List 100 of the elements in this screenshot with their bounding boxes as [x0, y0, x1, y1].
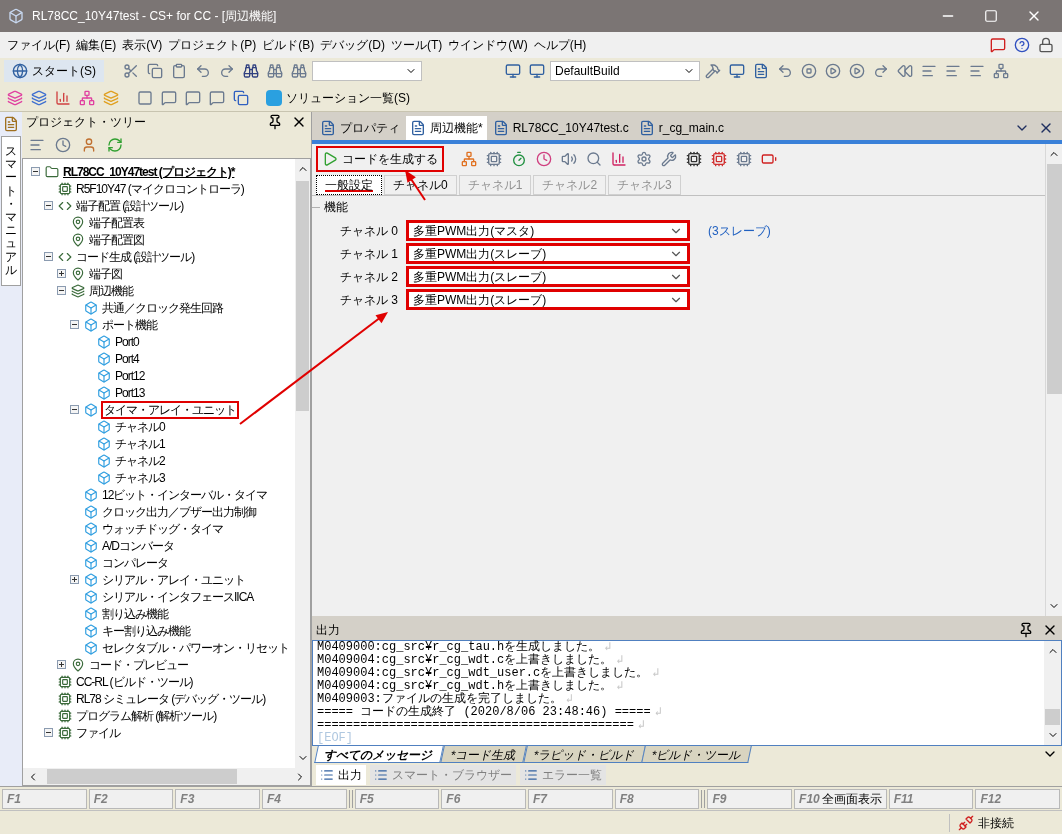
- gear-icon[interactable]: [636, 151, 652, 167]
- editor-tab[interactable]: 周辺機能*: [406, 116, 487, 140]
- vertical-scrollbar[interactable]: [1044, 641, 1061, 745]
- panel-tab[interactable]: 出力: [316, 765, 366, 785]
- tree-item[interactable]: タイマ・アレイ・ユニット: [101, 400, 239, 419]
- sort-icon[interactable]: [29, 137, 45, 153]
- tree-item[interactable]: 端子配置 (設計ツール): [75, 198, 185, 213]
- play-icon[interactable]: [849, 63, 865, 79]
- tree-item[interactable]: クロック出力／ブザー出力制御: [101, 504, 257, 519]
- menu-item[interactable]: ウインドウ(W): [445, 36, 531, 54]
- tree-item[interactable]: キー割り込み機能: [101, 623, 191, 638]
- rewind-icon[interactable]: [897, 63, 913, 79]
- message-tab[interactable]: すべてのメッセージ: [314, 746, 444, 763]
- step-icon[interactable]: [873, 63, 889, 79]
- expand-icon[interactable]: [57, 269, 66, 278]
- solution-list-button[interactable]: ソリューション一覧(S): [262, 85, 414, 110]
- tree-item[interactable]: Port12: [114, 368, 146, 383]
- timer-icon[interactable]: [511, 151, 527, 167]
- tree-item[interactable]: Port0: [114, 334, 140, 349]
- collapse-icon[interactable]: [44, 252, 53, 261]
- menu-item[interactable]: 表示(V): [119, 36, 166, 54]
- search-icon[interactable]: [586, 151, 602, 167]
- chart-icon[interactable]: [55, 89, 71, 106]
- tree-item[interactable]: チャネル1: [114, 436, 166, 451]
- paste-icon[interactable]: [171, 63, 187, 79]
- find-next-icon[interactable]: [291, 63, 307, 79]
- file-icon[interactable]: [753, 63, 769, 79]
- scroll-thumb[interactable]: [1046, 164, 1062, 394]
- cut-icon[interactable]: [123, 63, 139, 79]
- tree-item[interactable]: ポート機能: [101, 317, 158, 332]
- vertical-scrollbar[interactable]: [295, 159, 310, 768]
- build-mode-combo[interactable]: DefaultBuild: [550, 61, 700, 81]
- tree-item[interactable]: 共通／クロック発生回路: [101, 300, 224, 315]
- function-select[interactable]: 多重PWM出力(スレーブ): [406, 289, 690, 310]
- tree-item[interactable]: チャネル2: [114, 453, 166, 468]
- return-icon[interactable]: [777, 63, 793, 79]
- refresh-icon[interactable]: [107, 137, 123, 153]
- generate-code-button[interactable]: コードを生成する: [316, 146, 444, 172]
- message-tab[interactable]: *ビルド・ツール: [641, 746, 752, 763]
- tree-item[interactable]: 割り込み機能: [101, 606, 169, 621]
- collapse-icon[interactable]: [57, 286, 66, 295]
- speaker-icon[interactable]: [561, 151, 577, 167]
- comment-icon[interactable]: [209, 89, 225, 106]
- tree-item[interactable]: 端子図: [88, 266, 123, 281]
- tree-item[interactable]: チャネル0: [114, 419, 166, 434]
- frame-icon[interactable]: [137, 89, 153, 106]
- scroll-thumb[interactable]: [296, 181, 309, 411]
- side-tab[interactable]: スマート・マニュアル: [1, 136, 21, 286]
- windows-icon[interactable]: [233, 89, 249, 106]
- undo-icon[interactable]: [195, 63, 211, 79]
- scroll-thumb[interactable]: [47, 769, 237, 784]
- scroll-thumb[interactable]: [1045, 709, 1060, 725]
- network-icon[interactable]: [461, 151, 477, 167]
- network-icon[interactable]: [79, 89, 95, 106]
- tree-item[interactable]: ウォッチドッグ・タイマ: [101, 521, 224, 536]
- network-icon[interactable]: [993, 63, 1009, 79]
- horizontal-scrollbar[interactable]: [23, 768, 310, 785]
- tree-item[interactable]: 周辺機能: [88, 283, 134, 298]
- tree-item[interactable]: RL78CC_10Y47test (プロジェクト)*: [62, 164, 236, 179]
- menu-item[interactable]: ファイル(F): [4, 36, 74, 54]
- tree-item[interactable]: シリアル・アレイ・ユニット: [101, 572, 246, 587]
- settings-tab[interactable]: 一般設定: [316, 175, 382, 195]
- copy-icon[interactable]: [147, 63, 163, 79]
- user-icon[interactable]: [81, 137, 97, 153]
- hammer-icon[interactable]: [705, 63, 721, 79]
- menu-item[interactable]: デバッグ(D): [317, 36, 388, 54]
- tree-item[interactable]: 12ビット・インターバル・タイマ: [101, 487, 269, 502]
- menu-item[interactable]: 編集(E): [73, 36, 120, 54]
- message-tab[interactable]: *ラピッド・ビルド: [522, 746, 646, 763]
- menu-item[interactable]: プロジェクト(P): [165, 36, 260, 54]
- function-select[interactable]: 多重PWM出力(スレーブ): [406, 243, 690, 264]
- window-icon[interactable]: [505, 63, 521, 79]
- tree-item[interactable]: RL78 シミュレータ (デバッグ・ツール): [75, 691, 267, 706]
- window-icon[interactable]: [529, 63, 545, 79]
- expand-icon[interactable]: [70, 575, 79, 584]
- collapse-icon[interactable]: [44, 728, 53, 737]
- tree-item[interactable]: コンパレータ: [101, 555, 169, 570]
- tree-item[interactable]: コード生成 (設計ツール): [75, 249, 196, 264]
- tree-item[interactable]: 端子配置表: [88, 215, 145, 230]
- chart-icon[interactable]: [611, 151, 627, 167]
- tree-item[interactable]: A/Dコンバータ: [101, 538, 175, 553]
- find-previous-icon[interactable]: [267, 63, 283, 79]
- tree-item[interactable]: R5F10Y47 (マイクロコントローラ): [75, 181, 245, 196]
- layer-icon[interactable]: [103, 89, 119, 106]
- function-key[interactable]: F10 全画面表示: [794, 788, 887, 809]
- clock-icon[interactable]: [55, 137, 71, 153]
- menu-item[interactable]: ツール(T): [388, 36, 446, 54]
- expand-icon[interactable]: [57, 660, 66, 669]
- stop-icon[interactable]: [801, 63, 817, 79]
- play-icon[interactable]: [825, 63, 841, 79]
- tree-item[interactable]: シリアル・インタフェースIICA: [101, 589, 255, 604]
- collapse-icon[interactable]: [70, 405, 79, 414]
- collapse-icon[interactable]: [70, 320, 79, 329]
- collapse-icon[interactable]: [44, 201, 53, 210]
- tree-item[interactable]: ファイル: [75, 725, 121, 740]
- layer-icon[interactable]: [31, 89, 47, 106]
- message-tab[interactable]: *コード生成: [440, 746, 527, 763]
- tree-item[interactable]: Port4: [114, 351, 140, 366]
- menu-item[interactable]: ビルド(B): [259, 36, 318, 54]
- tree-item[interactable]: セレクタブル・パワーオン・リセット: [101, 640, 290, 655]
